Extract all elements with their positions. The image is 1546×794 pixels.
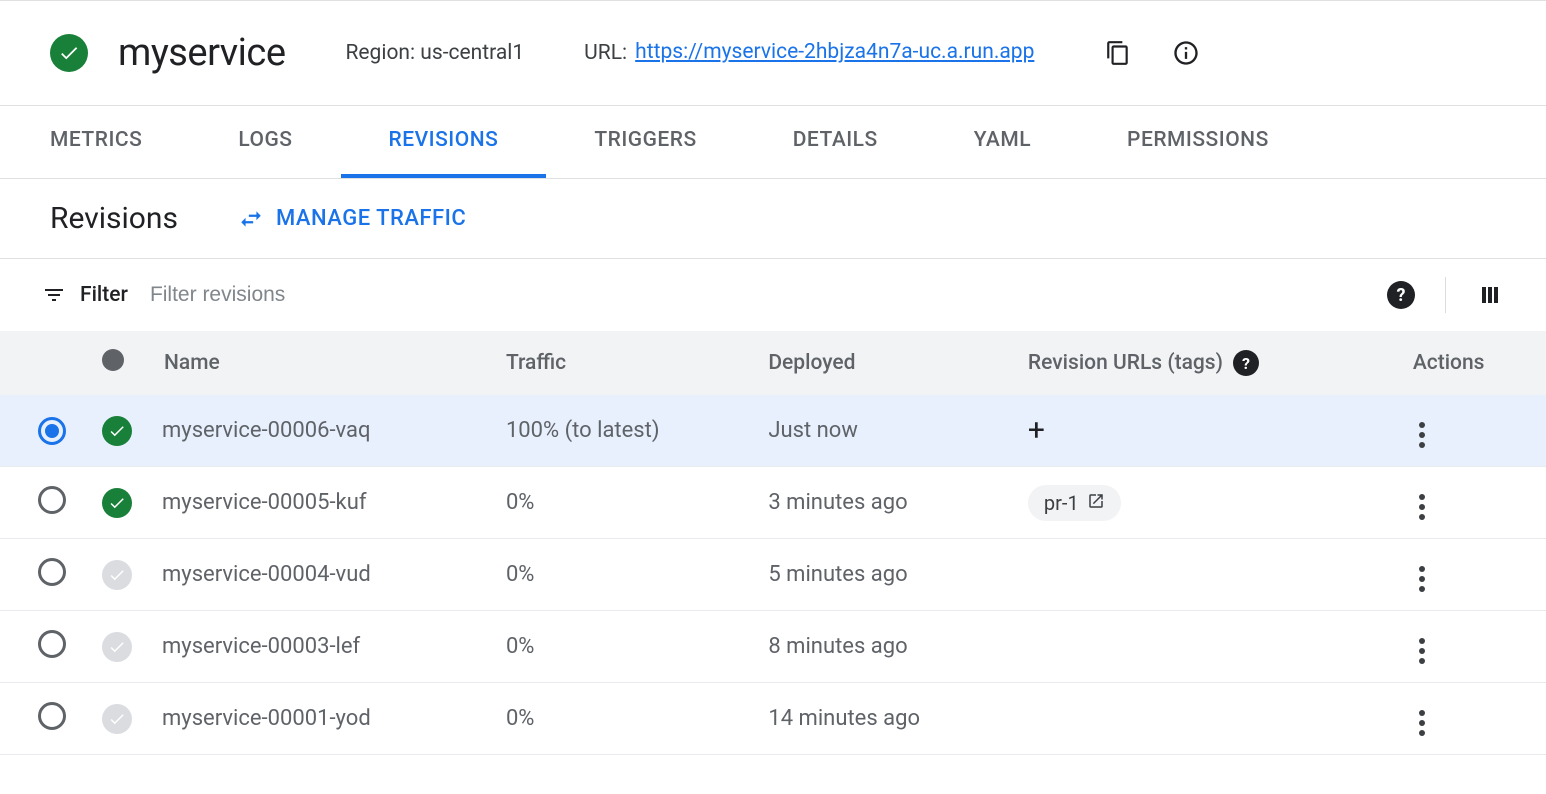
swap-icon <box>238 206 264 232</box>
row-actions-menu[interactable] <box>1415 562 1429 596</box>
open-external-icon <box>1087 491 1105 515</box>
row-name: myservice-00005-kuf <box>150 467 494 539</box>
row-traffic: 0% <box>494 611 756 683</box>
row-deployed: 14 minutes ago <box>756 683 1016 755</box>
tab-revisions[interactable]: REVISIONS <box>341 106 547 178</box>
header-select <box>0 331 90 395</box>
service-meta: Region: us-central1 URL: https://myservi… <box>345 39 1200 67</box>
service-url-link[interactable]: https://myservice-2hbjza4n7a-uc.a.run.ap… <box>635 40 1034 66</box>
header-actions: Actions <box>1393 331 1546 395</box>
header-status[interactable] <box>90 331 150 395</box>
row-traffic: 100% (to latest) <box>494 395 756 467</box>
row-actions-menu[interactable] <box>1415 634 1429 668</box>
table-row[interactable]: myservice-00001-yod0%14 minutes ago <box>0 683 1546 755</box>
header-deployed[interactable]: Deployed <box>756 331 1016 395</box>
row-name: myservice-00003-lef <box>150 611 494 683</box>
table-row[interactable]: myservice-00005-kuf0%3 minutes ago pr-1 <box>0 467 1546 539</box>
row-radio[interactable] <box>38 558 66 586</box>
row-name: myservice-00001-yod <box>150 683 494 755</box>
tab-permissions[interactable]: PERMISSIONS <box>1079 106 1317 178</box>
row-tags: pr-1 <box>1016 467 1393 539</box>
row-status-icon <box>102 632 132 662</box>
row-status-icon <box>102 560 132 590</box>
status-sort-icon <box>102 349 124 371</box>
header-name[interactable]: Name <box>150 331 494 395</box>
header-revision-urls[interactable]: Revision URLs (tags) ? <box>1016 331 1393 395</box>
tag-chip[interactable]: pr-1 <box>1028 485 1121 521</box>
add-tag-icon[interactable]: + <box>1028 413 1045 448</box>
row-radio[interactable] <box>38 486 66 514</box>
tab-triggers[interactable]: TRIGGERS <box>546 106 744 178</box>
section-title: Revisions <box>50 201 178 236</box>
filter-label: Filter <box>80 283 128 307</box>
tabs: METRICSLOGSREVISIONSTRIGGERSDETAILSYAMLP… <box>0 105 1546 179</box>
url-label: URL: <box>584 41 627 65</box>
header-traffic[interactable]: Traffic <box>494 331 756 395</box>
table-row[interactable]: myservice-00004-vud0%5 minutes ago <box>0 539 1546 611</box>
region-label: Region: us-central1 <box>345 41 524 65</box>
row-deployed: Just now <box>756 395 1016 467</box>
table-header-row: Name Traffic Deployed Revision URLs (tag… <box>0 331 1546 395</box>
row-traffic: 0% <box>494 683 756 755</box>
section-header: Revisions MANAGE TRAFFIC <box>0 179 1546 259</box>
filter-input[interactable] <box>142 279 1373 311</box>
row-radio[interactable] <box>38 630 66 658</box>
row-tags <box>1016 611 1393 683</box>
service-status-icon <box>50 34 88 72</box>
row-tags <box>1016 539 1393 611</box>
row-status-icon <box>102 416 132 446</box>
tag-label: pr-1 <box>1044 491 1079 515</box>
row-radio[interactable] <box>38 702 66 730</box>
info-icon[interactable] <box>1172 39 1200 67</box>
row-deployed: 3 minutes ago <box>756 467 1016 539</box>
revisions-table: Name Traffic Deployed Revision URLs (tag… <box>0 331 1546 755</box>
columns-icon[interactable] <box>1476 281 1504 309</box>
row-actions-menu[interactable] <box>1415 418 1429 452</box>
tab-yaml[interactable]: YAML <box>926 106 1079 178</box>
row-status-icon <box>102 488 132 518</box>
tab-metrics[interactable]: METRICS <box>50 106 190 178</box>
row-deployed: 8 minutes ago <box>756 611 1016 683</box>
revision-urls-help-icon[interactable]: ? <box>1233 350 1259 376</box>
table-row[interactable]: myservice-00003-lef0%8 minutes ago <box>0 611 1546 683</box>
row-tags: + <box>1016 395 1393 467</box>
row-deployed: 5 minutes ago <box>756 539 1016 611</box>
row-radio[interactable] <box>38 417 66 445</box>
copy-url-icon[interactable] <box>1104 39 1132 67</box>
table-row[interactable]: myservice-00006-vaq100% (to latest)Just … <box>0 395 1546 467</box>
divider <box>1445 277 1446 313</box>
row-tags <box>1016 683 1393 755</box>
tab-logs[interactable]: LOGS <box>190 106 340 178</box>
service-header: myservice Region: us-central1 URL: https… <box>0 0 1546 105</box>
row-actions-menu[interactable] <box>1415 490 1429 524</box>
row-status-icon <box>102 704 132 734</box>
service-name: myservice <box>118 31 285 75</box>
manage-traffic-label: MANAGE TRAFFIC <box>276 206 466 231</box>
row-traffic: 0% <box>494 467 756 539</box>
row-name: myservice-00004-vud <box>150 539 494 611</box>
tab-details[interactable]: DETAILS <box>745 106 926 178</box>
row-actions-menu[interactable] <box>1415 706 1429 740</box>
manage-traffic-button[interactable]: MANAGE TRAFFIC <box>238 206 466 232</box>
filter-bar: Filter ? <box>0 259 1546 331</box>
service-url-block: URL: https://myservice-2hbjza4n7a-uc.a.r… <box>584 40 1034 66</box>
row-name: myservice-00006-vaq <box>150 395 494 467</box>
header-revision-urls-label: Revision URLs (tags) <box>1028 351 1223 375</box>
filter-help-icon[interactable]: ? <box>1387 281 1415 309</box>
row-traffic: 0% <box>494 539 756 611</box>
filter-icon <box>42 283 66 307</box>
